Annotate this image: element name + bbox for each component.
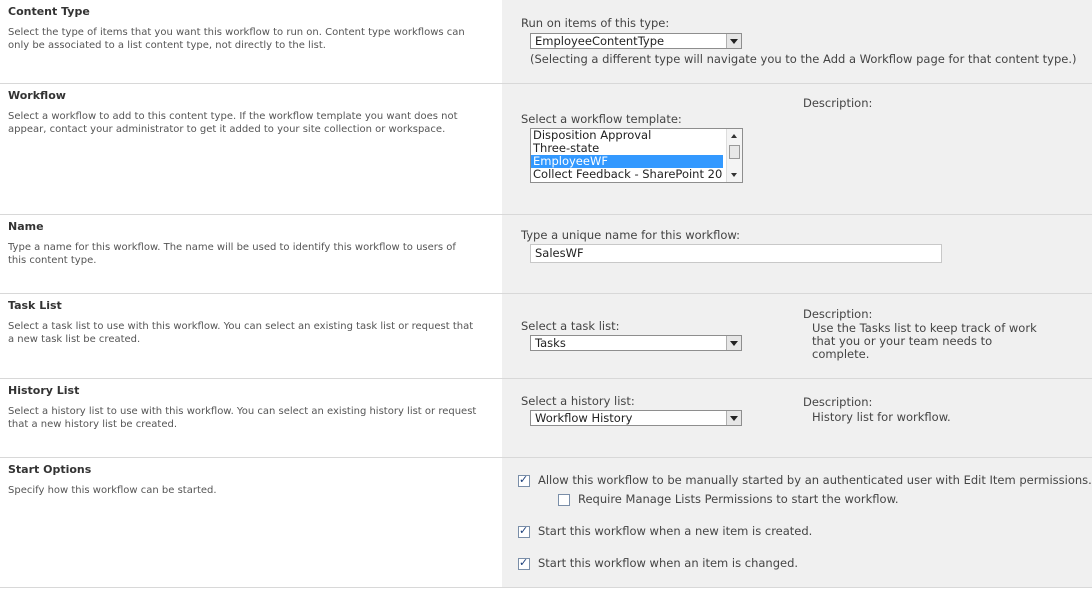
task-list-description-label: Description: bbox=[803, 307, 873, 321]
content-type-title: Content Type bbox=[8, 5, 90, 18]
history-list-select-value: Workflow History bbox=[535, 411, 633, 425]
task-list-select[interactable]: Tasks bbox=[530, 335, 742, 351]
start-on-change-label: Start this workflow when an item is chan… bbox=[538, 556, 799, 570]
workflow-name-input[interactable]: SalesWF bbox=[530, 244, 942, 263]
workflow-controls: Select a workflow template: Description:… bbox=[502, 84, 1092, 214]
workflow-description: Select a workflow to add to this content… bbox=[8, 111, 458, 135]
history-list-controls: Select a history list: Workflow History … bbox=[502, 379, 1092, 457]
name-info: Name Type a name for this workflow. The … bbox=[0, 215, 502, 293]
history-list-description: Select a history list to use with this w… bbox=[8, 406, 477, 430]
require-manage-lists-label: Require Manage Lists Permissions to star… bbox=[578, 492, 899, 506]
start-options-title: Start Options bbox=[8, 463, 92, 476]
start-options-description: Specify how this workflow can be started… bbox=[8, 485, 217, 496]
name-title: Name bbox=[8, 220, 44, 233]
task-list-description-text: Use the Tasks list to keep track of work… bbox=[812, 321, 1037, 361]
workflow-section: Workflow Select a workflow to add to thi… bbox=[0, 83, 1092, 214]
content-type-info: Content Type Select the type of items th… bbox=[0, 0, 502, 83]
start-options-info: Start Options Specify how this workflow … bbox=[0, 458, 502, 587]
scroll-thumb[interactable] bbox=[729, 145, 740, 159]
history-list-description-text: History list for workflow. bbox=[812, 410, 951, 424]
workflow-description-label: Description: bbox=[803, 96, 873, 110]
workflow-template-label: Select a workflow template: bbox=[521, 112, 682, 126]
name-controls: Type a unique name for this workflow: Sa… bbox=[502, 215, 1092, 293]
start-on-create-checkbox[interactable] bbox=[518, 524, 530, 538]
scroll-down-icon[interactable] bbox=[731, 173, 737, 177]
history-list-info: History List Select a history list to us… bbox=[0, 379, 502, 457]
start-options-controls: Allow this workflow to be manually start… bbox=[502, 458, 1092, 587]
chevron-down-icon[interactable] bbox=[726, 34, 741, 48]
history-list-description-label: Description: bbox=[803, 395, 873, 409]
start-options-section: Start Options Specify how this workflow … bbox=[0, 457, 1092, 588]
require-manage-lists-checkbox[interactable] bbox=[558, 494, 570, 506]
task-list-info: Task List Select a task list to use with… bbox=[0, 294, 502, 378]
run-on-label: Run on items of this type: bbox=[521, 16, 670, 30]
chevron-down-icon[interactable] bbox=[726, 336, 741, 350]
manual-start-label: Allow this workflow to be manually start… bbox=[538, 473, 1092, 487]
task-list-description: Select a task list to use with this work… bbox=[8, 321, 474, 345]
workflow-template-option[interactable]: Collect Feedback - SharePoint 20 bbox=[531, 168, 723, 181]
start-on-change-checkbox[interactable] bbox=[518, 556, 530, 570]
content-type-note: (Selecting a different type will navigat… bbox=[530, 52, 1077, 66]
workflow-info: Workflow Select a workflow to add to thi… bbox=[0, 84, 502, 214]
content-type-section: Content Type Select the type of items th… bbox=[0, 0, 1092, 83]
manual-start-checkbox[interactable] bbox=[518, 473, 530, 487]
chevron-down-icon[interactable] bbox=[726, 411, 741, 425]
name-input-label: Type a unique name for this workflow: bbox=[521, 228, 740, 242]
content-type-select[interactable]: EmployeeContentType bbox=[530, 33, 742, 49]
task-list-label: Select a task list: bbox=[521, 319, 620, 333]
content-type-select-value: EmployeeContentType bbox=[535, 34, 665, 48]
task-list-title: Task List bbox=[8, 299, 62, 312]
task-list-section: Task List Select a task list to use with… bbox=[0, 293, 1092, 378]
history-list-title: History List bbox=[8, 384, 80, 397]
history-list-select[interactable]: Workflow History bbox=[530, 410, 742, 426]
start-on-create-label: Start this workflow when a new item is c… bbox=[538, 524, 813, 538]
content-type-controls: Run on items of this type: EmployeeConte… bbox=[502, 0, 1092, 83]
workflow-title: Workflow bbox=[8, 89, 66, 102]
workflow-template-listbox[interactable]: Disposition Approval Three-state Employe… bbox=[530, 128, 743, 183]
history-list-label: Select a history list: bbox=[521, 394, 635, 408]
name-section: Name Type a name for this workflow. The … bbox=[0, 214, 1092, 293]
listbox-scrollbar[interactable] bbox=[726, 129, 742, 182]
content-type-description: Select the type of items that you want t… bbox=[8, 27, 465, 51]
history-list-section: History List Select a history list to us… bbox=[0, 378, 1092, 457]
name-description: Type a name for this workflow. The name … bbox=[8, 242, 456, 266]
scroll-up-icon[interactable] bbox=[731, 134, 737, 138]
task-list-controls: Select a task list: Tasks Description: U… bbox=[502, 294, 1092, 378]
task-list-select-value: Tasks bbox=[535, 336, 566, 350]
